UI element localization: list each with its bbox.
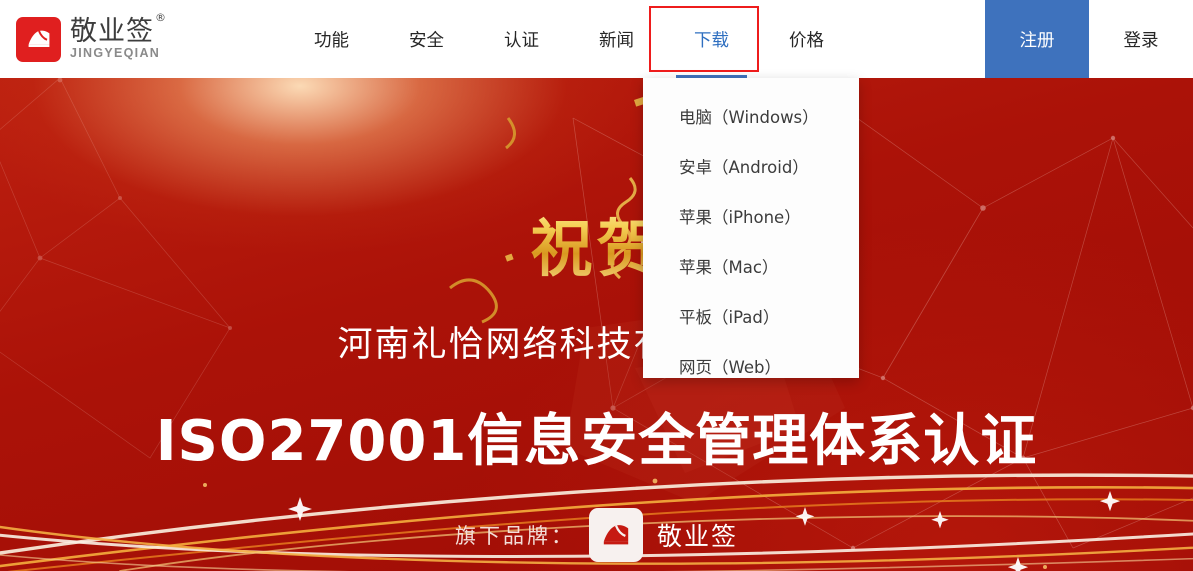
dropdown-item-android[interactable]: 安卓（Android） bbox=[643, 141, 859, 191]
brand-name: 敬业签 bbox=[656, 522, 738, 551]
nav-item-news[interactable]: 新闻 bbox=[569, 0, 664, 78]
nav-item-security[interactable]: 安全 bbox=[379, 0, 474, 78]
download-dropdown-menu[interactable]: 电脑（Windows） 安卓（Android） 苹果（iPhone） 苹果（Ma… bbox=[643, 78, 859, 378]
banner-headline: ISO27001信息安全管理体系认证 bbox=[155, 409, 1038, 474]
nav-item-download[interactable]: 下载 bbox=[664, 0, 759, 78]
logo-name-cn-text: 敬业签 bbox=[70, 16, 154, 48]
dropdown-item-mac[interactable]: 苹果（Mac） bbox=[643, 241, 859, 291]
logo-name-cn: 敬业签® bbox=[70, 12, 166, 48]
brand-row: 旗下品牌： 敬业签 bbox=[0, 508, 1193, 562]
brand-label: 旗下品牌： bbox=[454, 524, 575, 548]
login-button[interactable]: 登录 bbox=[1089, 0, 1193, 78]
logo-name-en: JINGYEQIAN bbox=[70, 45, 161, 60]
hero-banner: 祝贺 河南礼恰网络科技有限公司通过 ISO27001信息安全管理体系认证 旗下品… bbox=[0, 78, 1193, 571]
logo[interactable]: 敬业签® JINGYEQIAN bbox=[0, 0, 166, 78]
dropdown-item-web[interactable]: 网页（Web） bbox=[643, 341, 859, 391]
register-button[interactable]: 注册 bbox=[985, 0, 1089, 78]
jingyeqian-logo-icon bbox=[16, 16, 61, 62]
dropdown-item-ipad[interactable]: 平板（iPad） bbox=[643, 291, 859, 341]
nav-item-certification[interactable]: 认证 bbox=[474, 0, 569, 78]
jingyeqian-logo-icon bbox=[588, 508, 643, 562]
registered-mark-icon: ® bbox=[155, 11, 167, 25]
dropdown-item-iphone[interactable]: 苹果（iPhone） bbox=[643, 191, 859, 241]
nav-item-pricing[interactable]: 价格 bbox=[759, 0, 854, 78]
logo-texts: 敬业签® JINGYEQIAN bbox=[70, 12, 166, 60]
site-header: 敬业签® JINGYEQIAN 功能 安全 认证 新闻 下载 价格 注册 登录 bbox=[0, 0, 1193, 78]
nav-item-features[interactable]: 功能 bbox=[284, 0, 379, 78]
header-spacer bbox=[854, 0, 985, 78]
congrats-text: 祝贺 bbox=[0, 198, 1193, 288]
banner-subline: 河南礼恰网络科技有限公司通过 bbox=[337, 325, 856, 365]
dropdown-item-windows[interactable]: 电脑（Windows） bbox=[643, 91, 859, 141]
main-nav: 功能 安全 认证 新闻 下载 价格 bbox=[284, 0, 854, 78]
page-root: 祝贺 河南礼恰网络科技有限公司通过 ISO27001信息安全管理体系认证 旗下品… bbox=[0, 0, 1193, 571]
